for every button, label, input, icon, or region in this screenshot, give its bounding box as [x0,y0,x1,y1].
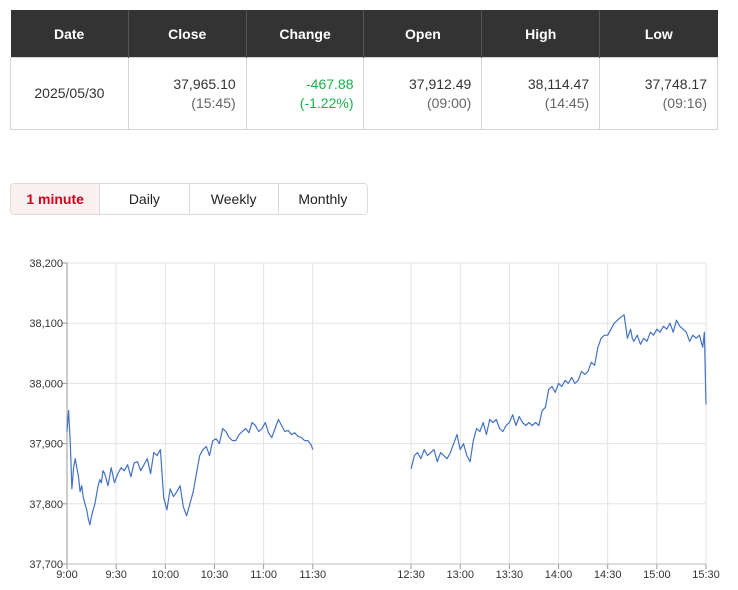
y-tick-label: 37,900 [29,439,63,451]
header-open: Open [363,10,482,58]
open-cell: 37,912.49 (09:00) [363,57,483,130]
x-tick-label: 9:00 [56,569,77,581]
x-tick-label: 15:30 [692,569,720,581]
chart-grid [62,262,707,569]
intraday-line-chart: 37,70037,80037,90038,00038,10038,2009:00… [29,258,719,581]
x-tick-label: 13:30 [496,569,524,581]
x-tick-label: 11:00 [250,569,277,581]
high-cell: 38,114.47 (14:45) [481,57,601,130]
header-low: Low [599,10,718,58]
high-time: (14:45) [544,94,590,111]
y-tick-label: 38,100 [29,318,63,330]
y-tick-label: 37,800 [29,499,63,511]
quote-table: Date Close Change Open High Low 2025/05/… [10,10,718,130]
open-time: (09:00) [426,94,472,111]
header-close: Close [127,10,247,58]
change-value: -467.88 [306,75,354,92]
low-time: (09:16) [662,94,707,111]
tab-daily[interactable]: Daily [99,184,189,214]
low-cell: 37,748.17 (09:16) [599,57,718,130]
close-cell: 37,965.10 (15:45) [127,57,247,130]
tab-weekly[interactable]: Weekly [188,184,278,214]
quote-value-row: 2025/05/30 37,965.10 (15:45) -467.88 (-1… [10,57,718,130]
date-value: 2025/05/30 [10,57,129,130]
open-value: 37,912.49 [409,75,472,92]
x-tick-label: 9:30 [105,569,126,581]
y-tick-label: 38,000 [29,378,63,390]
chart-tick-labels: 37,70037,80037,90038,00038,10038,2009:00… [29,258,719,581]
quote-header-row: Date Close Change Open High Low [10,10,718,58]
change-percent: (-1.22%) [299,94,354,111]
x-tick-label: 15:00 [643,569,671,581]
low-value: 37,748.17 [644,75,707,92]
tab-monthly[interactable]: Monthly [277,184,367,214]
x-tick-label: 12:30 [397,569,425,581]
price-line-segment [66,409,314,526]
x-tick-label: 14:00 [545,569,573,581]
x-tick-label: 10:30 [201,569,229,581]
close-value: 37,965.10 [173,75,236,92]
header-date: Date [10,10,129,58]
period-tabs: 1 minute Daily Weekly Monthly [10,183,368,215]
change-cell: -467.88 (-1.22%) [245,57,365,130]
chart-series [66,314,707,526]
close-time: (15:45) [191,94,236,111]
x-tick-label: 13:00 [446,569,474,581]
x-tick-label: 10:00 [152,569,180,581]
header-high: High [481,10,600,58]
y-tick-label: 38,200 [29,258,63,270]
x-tick-label: 11:30 [299,569,326,581]
tab-1-minute[interactable]: 1 minute [11,184,100,214]
x-tick-label: 14:30 [594,569,622,581]
high-value: 38,114.47 [527,75,590,92]
header-change: Change [245,10,364,58]
